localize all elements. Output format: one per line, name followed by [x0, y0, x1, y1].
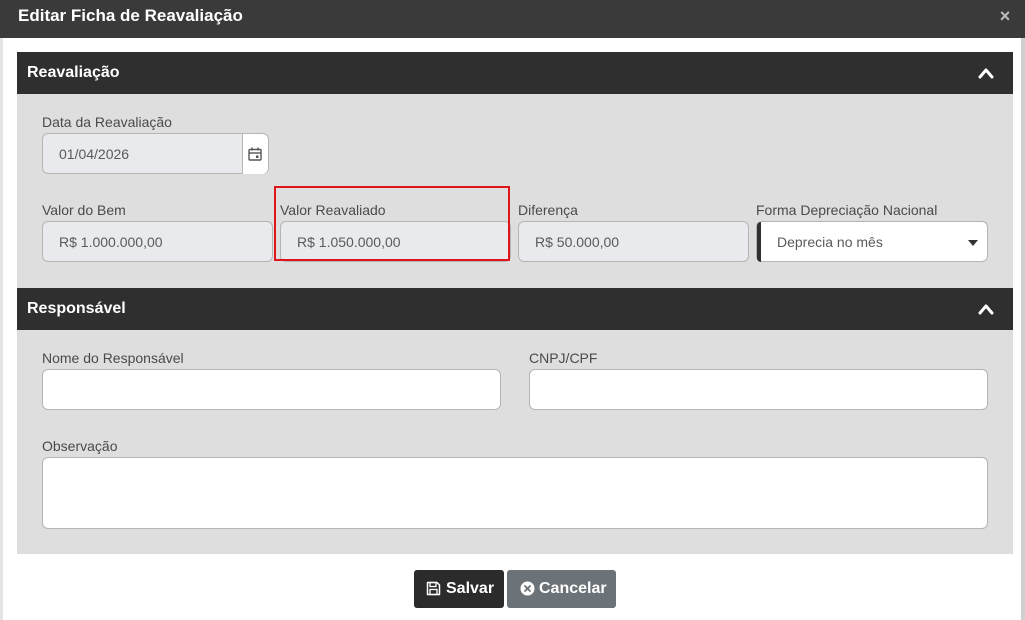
modal-title: Editar Ficha de Reavaliação — [18, 6, 243, 25]
chevron-up-icon[interactable] — [977, 301, 995, 317]
close-icon[interactable]: × — [997, 7, 1013, 25]
cancel-button-label: Cancelar — [539, 580, 607, 597]
floppy-disk-icon — [426, 581, 441, 596]
nome-responsavel-label: Nome do Responsável — [42, 350, 184, 366]
chevron-up-icon[interactable] — [977, 65, 995, 81]
calendar-button[interactable] — [242, 134, 268, 174]
cancel-button[interactable]: Cancelar — [507, 570, 616, 608]
diferenca-input[interactable]: R$ 50.000,00 — [518, 221, 749, 262]
data-reavaliacao-input[interactable]: 01/04/2026 — [42, 133, 269, 174]
cnpj-cpf-label: CNPJ/CPF — [529, 350, 598, 366]
caret-down-icon — [968, 240, 978, 246]
forma-depreciacao-value: Deprecia no mês — [777, 234, 883, 250]
data-reavaliacao-label: Data da Reavaliação — [42, 114, 172, 130]
observacao-label: Observação — [42, 438, 118, 454]
section-title-reavaliacao: Reavaliação — [27, 64, 120, 81]
nome-responsavel-input[interactable] — [42, 369, 501, 410]
forma-depreciacao-label: Forma Depreciação Nacional — [756, 202, 938, 218]
modal-right-edge — [1021, 38, 1025, 620]
forma-depreciacao-select[interactable]: Deprecia no mês — [756, 221, 988, 262]
cnpj-cpf-input[interactable] — [529, 369, 988, 410]
section-header-reavaliacao[interactable]: Reavaliação — [17, 52, 1013, 94]
data-reavaliacao-value: 01/04/2026 — [59, 146, 130, 162]
times-circle-icon — [520, 581, 535, 596]
valor-bem-value: R$ 1.000.000,00 — [59, 234, 163, 250]
valor-bem-input[interactable]: R$ 1.000.000,00 — [42, 221, 273, 262]
highlight-box — [274, 186, 510, 261]
section-header-responsavel[interactable]: Responsável — [17, 288, 1013, 330]
section-title-responsavel: Responsável — [27, 300, 126, 317]
diferenca-label: Diferença — [518, 202, 578, 218]
calendar-icon — [248, 147, 262, 161]
select-accent-bar — [757, 222, 761, 262]
save-button-label: Salvar — [446, 580, 495, 597]
save-button[interactable]: Salvar — [414, 570, 504, 608]
observacao-textarea[interactable] — [42, 457, 988, 529]
valor-bem-label: Valor do Bem — [42, 202, 126, 218]
diferenca-value: R$ 50.000,00 — [535, 234, 620, 250]
modal-header: Editar Ficha de Reavaliação × — [0, 0, 1025, 38]
modal-left-edge — [0, 38, 3, 620]
